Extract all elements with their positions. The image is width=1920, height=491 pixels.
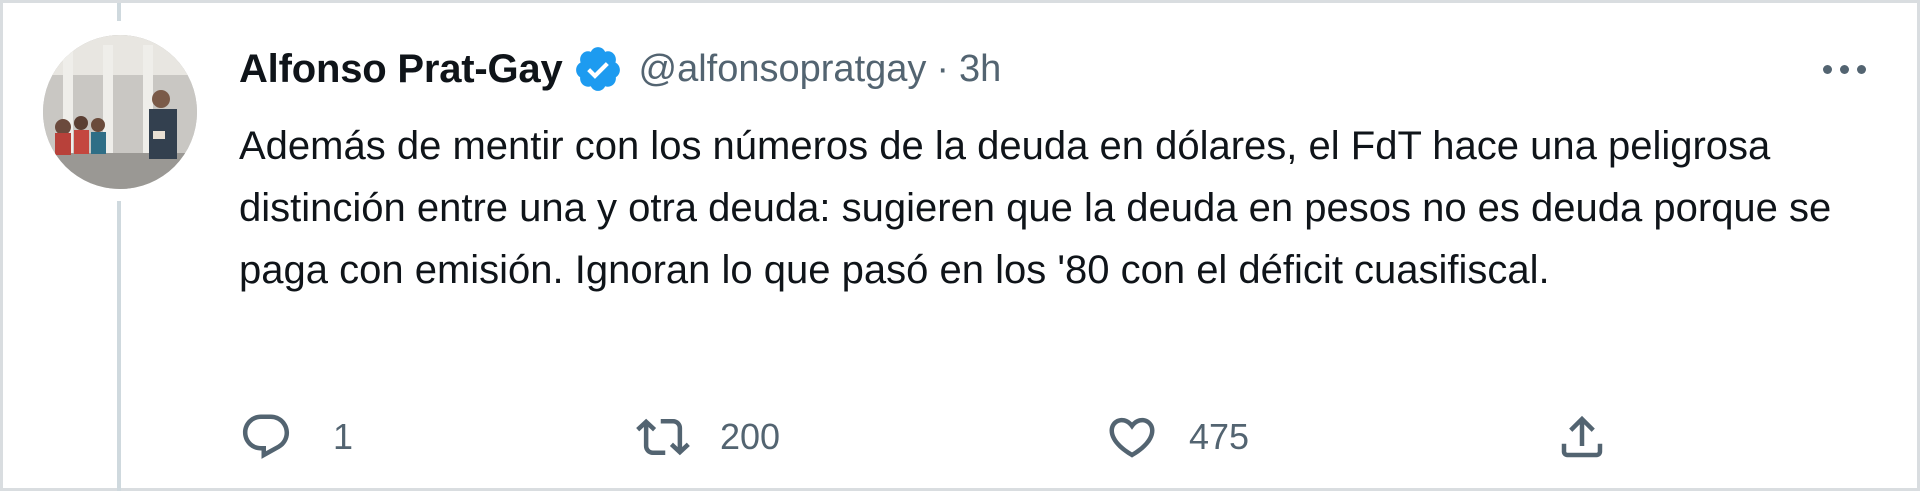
heart-icon bbox=[1109, 417, 1155, 458]
reply-count: 1 bbox=[333, 416, 354, 457]
avatar[interactable] bbox=[43, 35, 197, 189]
more-dot bbox=[1822, 64, 1832, 74]
reply-button[interactable]: 1 bbox=[239, 407, 353, 467]
more-dot bbox=[1856, 64, 1866, 74]
reply-icon bbox=[242, 414, 290, 459]
share-icon bbox=[1561, 415, 1603, 458]
verified-badge-icon bbox=[573, 44, 623, 94]
tweet-time[interactable]: 3h bbox=[959, 48, 1001, 91]
author-handle[interactable]: @alfonsopratgay bbox=[639, 48, 927, 91]
tweet-header: Alfonso Prat-Gay @alfonsopratgay · 3h bbox=[239, 39, 1001, 99]
tweet-text: Además de mentir con los números de la d… bbox=[239, 124, 1832, 292]
thread-line-top bbox=[117, 3, 121, 21]
like-count: 475 bbox=[1189, 416, 1250, 457]
share-button[interactable] bbox=[1555, 407, 1609, 467]
avatar-photo bbox=[43, 35, 197, 189]
tweet-card[interactable]: Alfonso Prat-Gay @alfonsopratgay · 3h Ad… bbox=[0, 0, 1920, 491]
more-dot bbox=[1839, 64, 1849, 74]
retweet-button[interactable]: 200 bbox=[636, 407, 780, 467]
tweet-actions: 1 200 475 bbox=[239, 407, 1889, 467]
more-options-icon[interactable] bbox=[1815, 47, 1873, 91]
author-name[interactable]: Alfonso Prat-Gay bbox=[239, 47, 563, 92]
retweet-count: 200 bbox=[720, 416, 781, 457]
retweet-icon bbox=[636, 418, 690, 456]
like-button[interactable]: 475 bbox=[1105, 407, 1249, 467]
separator-dot: · bbox=[936, 47, 950, 90]
thread-line-bottom bbox=[117, 201, 121, 491]
